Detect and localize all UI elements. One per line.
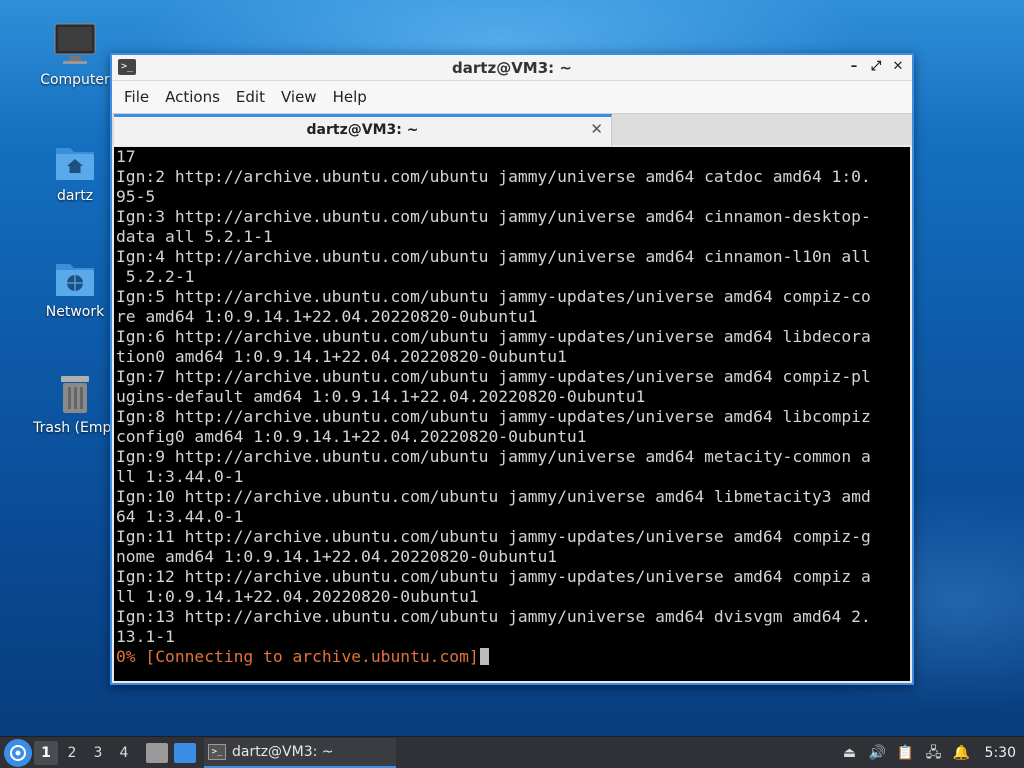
network-folder-icon: [56, 264, 94, 296]
menu-view[interactable]: View: [279, 88, 327, 106]
terminal-line: tion0 amd64 1:0.9.14.1+22.04.20220820-0u…: [116, 347, 567, 366]
network-icon[interactable]: 🖧: [925, 744, 943, 762]
terminal-cursor: [479, 648, 489, 665]
terminal-output[interactable]: 17 Ign:2 http://archive.ubuntu.com/ubunt…: [114, 147, 910, 681]
computer-icon: [54, 23, 96, 64]
notification-icon[interactable]: 🔔: [953, 744, 971, 762]
terminal-line: 5.2.2-1: [116, 267, 195, 286]
window-title: dartz@VM3: ~: [452, 59, 572, 77]
terminal-line: Ign:13 http://archive.ubuntu.com/ubuntu …: [116, 607, 871, 626]
workspace-3[interactable]: 3: [86, 741, 110, 765]
progress-text: 0% [Connecting to archive.ubuntu.com]: [116, 647, 479, 666]
terminal-line: Ign:5 http://archive.ubuntu.com/ubuntu j…: [116, 287, 871, 306]
minimize-button[interactable]: –: [846, 58, 862, 76]
menu-edit[interactable]: Edit: [234, 88, 275, 106]
terminal-line: Ign:9 http://archive.ubuntu.com/ubuntu j…: [116, 447, 871, 466]
terminal-line: re amd64 1:0.9.14.1+22.04.20220820-0ubun…: [116, 307, 538, 326]
taskbar: 1 2 3 4 >_ dartz@VM3: ~ ⏏ 🔊 📋 🖧 🔔 5:30: [0, 736, 1024, 768]
terminal-progress-line: 0% [Connecting to archive.ubuntu.com]: [116, 647, 910, 667]
start-menu-button[interactable]: [4, 738, 32, 767]
terminal-line: Ign:12 http://archive.ubuntu.com/ubuntu …: [116, 567, 871, 586]
maximize-button[interactable]: ⤢: [868, 58, 884, 76]
tab-label: dartz@VM3: ~: [306, 122, 419, 138]
taskbar-terminal-label: dartz@VM3: ~: [232, 743, 334, 760]
tab-terminal[interactable]: dartz@VM3: ~ ✕: [114, 114, 612, 146]
menu-help[interactable]: Help: [331, 88, 377, 106]
terminal-line: 13.1-1: [116, 627, 175, 646]
workspace-4[interactable]: 4: [112, 741, 136, 765]
clock[interactable]: 5:30: [985, 745, 1016, 761]
terminal-line: Ign:8 http://archive.ubuntu.com/ubuntu j…: [116, 407, 871, 426]
terminal-line: Ign:10 http://archive.ubuntu.com/ubuntu …: [116, 487, 871, 506]
close-button[interactable]: ✕: [890, 58, 906, 76]
trash-icon: [61, 376, 89, 413]
menu-file[interactable]: File: [122, 88, 159, 106]
terminal-line: config0 amd64 1:0.9.14.1+22.04.20220820-…: [116, 427, 587, 446]
terminal-line: Ign:11 http://archive.ubuntu.com/ubuntu …: [116, 527, 871, 546]
terminal-line: ugins-default amd64 1:0.9.14.1+22.04.202…: [116, 387, 646, 406]
eject-icon[interactable]: ⏏: [841, 744, 859, 762]
terminal-line: Ign:3 http://archive.ubuntu.com/ubuntu j…: [116, 207, 871, 226]
home-folder-icon: [56, 148, 94, 180]
terminal-line: 64 1:3.44.0-1: [116, 507, 244, 526]
terminal-line: ll 1:0.9.14.1+22.04.20220820-0ubuntu1: [116, 587, 479, 606]
terminal-line: ll 1:3.44.0-1: [116, 467, 244, 486]
start-menu-icon: [10, 744, 26, 761]
terminal-window[interactable]: >_ dartz@VM3: ~ – ⤢ ✕ File Actions Edit …: [110, 53, 914, 685]
taskbar-terminal-button[interactable]: >_ dartz@VM3: ~: [204, 737, 396, 768]
workspace-2[interactable]: 2: [60, 741, 84, 765]
menu-actions[interactable]: Actions: [163, 88, 230, 106]
terminal-line: 17: [116, 147, 136, 166]
system-tray: ⏏ 🔊 📋 🖧 🔔 5:30: [841, 744, 1024, 762]
terminal-line: data all 5.2.1-1: [116, 227, 273, 246]
file-manager-launcher-icon[interactable]: [146, 742, 168, 763]
terminal-line: Ign:2 http://archive.ubuntu.com/ubuntu j…: [116, 167, 871, 186]
terminal-line: Ign:4 http://archive.ubuntu.com/ubuntu j…: [116, 247, 871, 266]
workspace-1[interactable]: 1: [34, 740, 58, 765]
volume-icon[interactable]: 🔊: [869, 744, 887, 762]
tab-close-button[interactable]: ✕: [590, 120, 603, 138]
terminal-task-icon: >_: [208, 743, 226, 760]
menu-bar: File Actions Edit View Help: [112, 81, 912, 113]
terminal-line: nome amd64 1:0.9.14.1+22.04.20220820-0ub…: [116, 547, 558, 566]
tab-bar: dartz@VM3: ~ ✕: [112, 113, 912, 146]
terminal-line: Ign:6 http://archive.ubuntu.com/ubuntu j…: [116, 327, 871, 346]
terminal-line: 95-5: [116, 187, 156, 206]
clipboard-icon[interactable]: 📋: [897, 744, 915, 762]
window-titlebar[interactable]: >_ dartz@VM3: ~ – ⤢ ✕: [112, 55, 912, 81]
show-desktop-icon[interactable]: [174, 742, 196, 763]
terminal-line: Ign:7 http://archive.ubuntu.com/ubuntu j…: [116, 367, 871, 386]
